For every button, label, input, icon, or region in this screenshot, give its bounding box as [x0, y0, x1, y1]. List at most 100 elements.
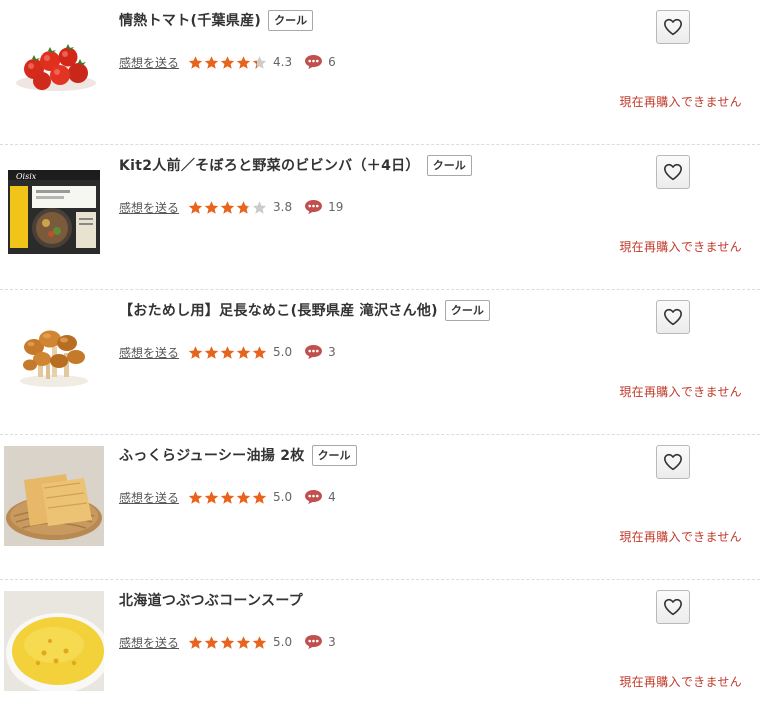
product-name[interactable]: 【おためし用】足長なめこ(長野県産 滝沢さん他) [119, 300, 438, 320]
product-image[interactable]: Oisix [4, 156, 104, 256]
heart-outline-icon [663, 18, 682, 36]
star-icon [220, 200, 235, 214]
star-icon [236, 635, 251, 649]
star-icon [204, 345, 219, 359]
star-icon [220, 55, 235, 69]
product-image[interactable] [4, 301, 104, 401]
star-icon [204, 55, 219, 69]
send-review-link[interactable]: 感想を送る [119, 634, 179, 651]
comment-bubble-icon[interactable] [304, 54, 323, 70]
product-title-row: 【おためし用】足長なめこ(長野県産 滝沢さん他) クール [119, 298, 490, 322]
comment-count[interactable]: 6 [328, 55, 336, 69]
star-icon [252, 345, 267, 359]
rating-value: 3.8 [273, 200, 293, 214]
bag-brand-text: Oisix [16, 172, 37, 181]
product-row: 情熱トマト(千葉県産) クール 感想を送る 4.3 6 現在再購入できません [0, 0, 760, 145]
star-rating [188, 635, 267, 650]
rating-value: 5.0 [273, 490, 293, 504]
cool-badge: クール [311, 444, 357, 466]
cool-badge: クール [268, 9, 314, 31]
heart-outline-icon [663, 598, 682, 616]
product-title-row: 情熱トマト(千葉県産) クール [119, 8, 314, 32]
rating-value: 4.3 [273, 55, 293, 69]
product-title-row: 北海道つぶつぶコーンスープ [119, 588, 303, 612]
comment-count[interactable]: 4 [328, 490, 336, 504]
repurchase-unavailable-status: 現在再購入できません [619, 240, 742, 254]
star-rating [188, 490, 267, 505]
star-icon [252, 55, 267, 69]
favorite-button[interactable] [656, 590, 690, 624]
repurchase-unavailable-status: 現在再購入できません [619, 675, 742, 689]
cool-badge: クール [426, 154, 472, 176]
review-row: 感想を送る 5.0 3 [119, 632, 336, 652]
favorite-button[interactable] [656, 300, 690, 334]
fried-tofu-image [4, 446, 104, 546]
rating-value: 5.0 [273, 345, 293, 359]
star-icon [252, 635, 267, 649]
send-review-link[interactable]: 感想を送る [119, 54, 179, 71]
send-review-link[interactable]: 感想を送る [119, 489, 179, 506]
product-row: 【おためし用】足長なめこ(長野県産 滝沢さん他) クール 感想を送る 5.0 3… [0, 290, 760, 435]
product-title-row: Kit2人前／そぼろと野菜のビビンバ（＋4日） クール [119, 153, 472, 177]
star-icon [236, 345, 251, 359]
star-rating [188, 200, 267, 215]
repurchase-unavailable-status: 現在再購入できません [619, 385, 742, 399]
star-icon [236, 200, 251, 214]
rating-value: 5.0 [273, 635, 293, 649]
product-image[interactable] [4, 591, 104, 691]
star-icon [204, 490, 219, 504]
review-row: 感想を送る 4.3 6 [119, 52, 336, 72]
star-icon [252, 200, 267, 214]
product-name[interactable]: 北海道つぶつぶコーンスープ [119, 590, 303, 610]
heart-outline-icon [663, 453, 682, 471]
send-review-link[interactable]: 感想を送る [119, 199, 179, 216]
meal-kit-bag-image: Oisix [4, 156, 104, 256]
star-icon [204, 635, 219, 649]
product-name[interactable]: ふっくらジューシー油揚 2枚 [119, 445, 305, 465]
repurchase-unavailable-status: 現在再購入できません [619, 530, 742, 544]
comment-bubble-icon[interactable] [304, 489, 323, 505]
cool-badge: クール [444, 299, 490, 321]
star-icon [220, 490, 235, 504]
star-rating [188, 55, 267, 70]
review-row: 感想を送る 3.8 19 [119, 197, 343, 217]
favorite-button[interactable] [656, 445, 690, 479]
product-row: Oisix Kit2人前／そぼろと野菜のビビンバ（＋4日） クール 感想を送る … [0, 145, 760, 290]
comment-count[interactable]: 3 [328, 635, 336, 649]
comment-bubble-icon[interactable] [304, 344, 323, 360]
heart-outline-icon [663, 163, 682, 181]
send-review-link[interactable]: 感想を送る [119, 344, 179, 361]
star-icon [188, 345, 203, 359]
favorite-button[interactable] [656, 10, 690, 44]
product-row: 北海道つぶつぶコーンスープ 感想を送る 5.0 3 現在再購入できません [0, 580, 760, 709]
star-icon [188, 635, 203, 649]
review-row: 感想を送る 5.0 3 [119, 342, 336, 362]
product-title-row: ふっくらジューシー油揚 2枚 クール [119, 443, 357, 467]
comment-count[interactable]: 3 [328, 345, 336, 359]
cherry-tomatoes-image [4, 11, 104, 111]
nameko-mushrooms-image [4, 301, 104, 401]
comment-count[interactable]: 19 [328, 200, 343, 214]
star-icon [204, 200, 219, 214]
product-image[interactable] [4, 11, 104, 111]
star-icon [188, 490, 203, 504]
product-row: ふっくらジューシー油揚 2枚 クール 感想を送る 5.0 4 現在再購入できませ… [0, 435, 760, 580]
comment-bubble-icon[interactable] [304, 634, 323, 650]
review-row: 感想を送る 5.0 4 [119, 487, 336, 507]
repurchase-unavailable-status: 現在再購入できません [619, 95, 742, 109]
product-name[interactable]: Kit2人前／そぼろと野菜のビビンバ（＋4日） [119, 155, 420, 175]
product-name[interactable]: 情熱トマト(千葉県産) [119, 10, 261, 30]
star-icon [236, 490, 251, 504]
product-image[interactable] [4, 446, 104, 546]
favorite-button[interactable] [656, 155, 690, 189]
star-icon [220, 635, 235, 649]
corn-soup-image [4, 591, 104, 691]
heart-outline-icon [663, 308, 682, 326]
star-rating [188, 345, 267, 360]
star-icon [220, 345, 235, 359]
star-icon [188, 200, 203, 214]
star-icon [236, 55, 251, 69]
star-icon [188, 55, 203, 69]
comment-bubble-icon[interactable] [304, 199, 323, 215]
star-icon [252, 490, 267, 504]
